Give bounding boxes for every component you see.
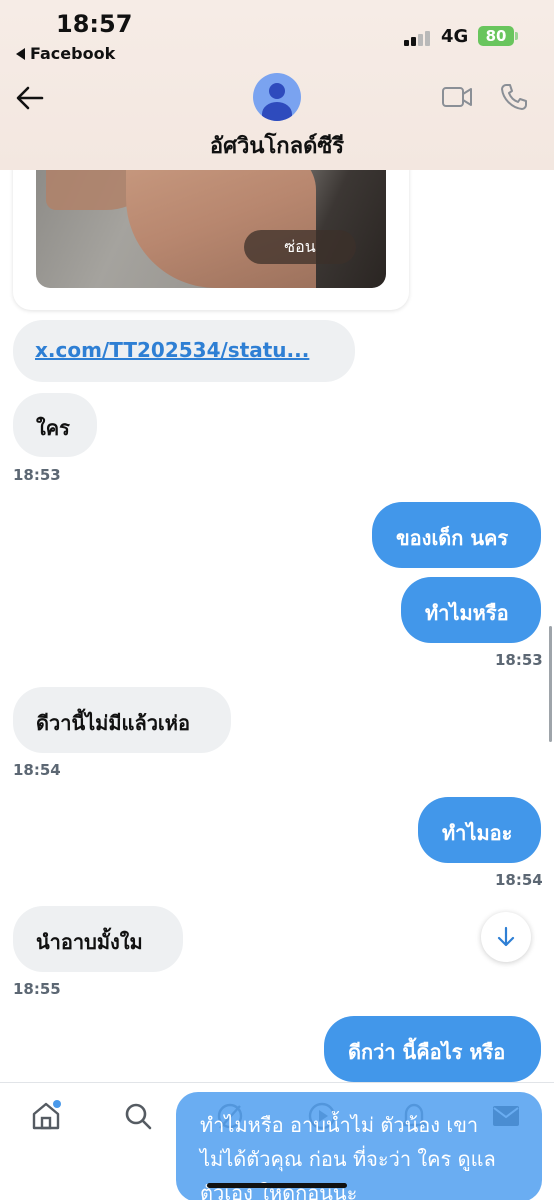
message-link[interactable]: x.com/TT202534/statu... bbox=[35, 338, 309, 362]
arrow-down-icon bbox=[497, 926, 515, 947]
message-timestamp: 18:53 bbox=[495, 651, 543, 669]
message-outgoing[interactable]: ทำไมอะ bbox=[418, 797, 541, 863]
status-time: 18:57 bbox=[56, 10, 133, 38]
scrollbar[interactable] bbox=[549, 626, 552, 742]
message-incoming[interactable]: นำอาบมั้งใม bbox=[13, 906, 183, 972]
message-incoming[interactable]: ใคร bbox=[13, 393, 97, 457]
message-outgoing[interactable]: ของเด็ก นคร bbox=[372, 502, 541, 568]
home-indicator[interactable] bbox=[207, 1183, 347, 1188]
phone-call-icon[interactable] bbox=[499, 82, 529, 112]
message-timestamp: 18:55 bbox=[13, 980, 61, 998]
hide-media-button[interactable]: ซ่อน bbox=[244, 230, 356, 264]
avatar[interactable] bbox=[253, 73, 301, 121]
toast-line: ทำไมหรือ อาบน้ำไม่ ตัวน้อง เขา bbox=[200, 1113, 479, 1137]
toast-line: ตัวเอง ให้ดีก่อนนะ bbox=[200, 1181, 358, 1200]
home-icon[interactable] bbox=[30, 1100, 62, 1132]
chat-header: 18:57 Facebook 4G 80 อัศวินโกลด์ซีรี bbox=[0, 0, 554, 170]
scroll-to-bottom-button[interactable] bbox=[481, 912, 531, 962]
message-timestamp: 18:53 bbox=[13, 466, 61, 484]
media-attachment-card[interactable]: ซ่อน bbox=[13, 150, 409, 310]
chat-screen: ซ่อน x.com/TT202534/statu... ใคร 18:53 ข… bbox=[0, 0, 554, 1200]
search-icon[interactable] bbox=[122, 1100, 154, 1132]
video-call-icon[interactable] bbox=[441, 84, 473, 110]
message-timestamp: 18:54 bbox=[495, 871, 543, 889]
attached-photo[interactable]: ซ่อน bbox=[36, 150, 386, 288]
message-timestamp: 18:54 bbox=[13, 761, 61, 779]
message-outgoing[interactable]: ดีกว่า นี้คือไร หรือ bbox=[324, 1016, 541, 1082]
back-triangle-icon bbox=[16, 48, 25, 60]
back-to-app-link[interactable]: Facebook bbox=[16, 44, 115, 63]
back-app-label: Facebook bbox=[30, 44, 116, 63]
message-incoming[interactable]: ดีวานี้ไม่มีแล้วเห่อ bbox=[13, 687, 231, 753]
photo-content-foot bbox=[126, 150, 316, 288]
message-outgoing[interactable]: ทำไมหรือ bbox=[401, 577, 541, 643]
battery-icon: 80 bbox=[478, 26, 518, 46]
toast-line: ไม่ได้ตัวคุณ ก่อน ที่จะว่า ใคร ดูแล bbox=[200, 1147, 496, 1171]
back-arrow-icon[interactable] bbox=[14, 84, 46, 112]
message-link-bubble[interactable]: x.com/TT202534/statu... bbox=[13, 320, 355, 382]
signal-icon bbox=[404, 30, 434, 46]
contact-name[interactable]: อัศวินโกลด์ซีรี bbox=[0, 128, 554, 163]
network-type: 4G bbox=[441, 26, 469, 47]
